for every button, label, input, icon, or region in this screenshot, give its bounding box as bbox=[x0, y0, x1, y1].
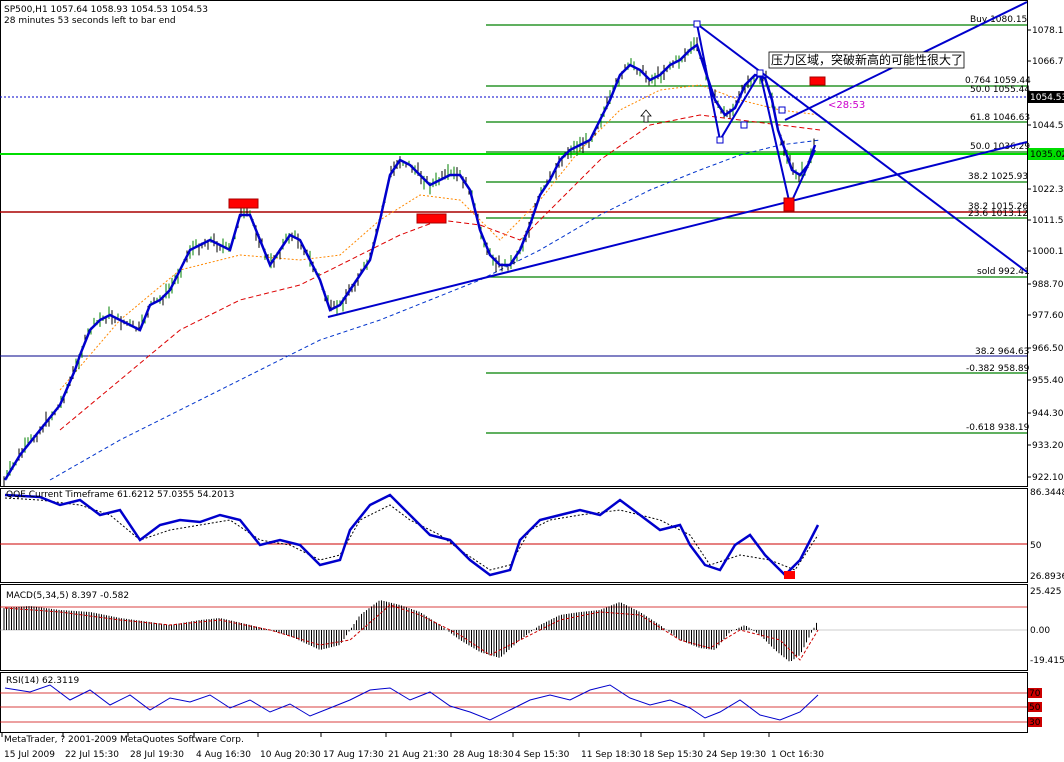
price-tick-label: 1022.30 bbox=[1032, 185, 1064, 195]
price-tick-label: 966.50 bbox=[1032, 344, 1064, 354]
time-tick-label: 4 Sep 15:30 bbox=[515, 750, 570, 760]
macd-scale-top: 25.425 bbox=[1030, 587, 1062, 597]
fib-level-label: 61.8 1046.63 bbox=[970, 113, 1030, 123]
time-tick-label: 10 Aug 20:30 bbox=[260, 750, 321, 760]
time-tick-label: 28 Aug 18:30 bbox=[453, 750, 514, 760]
price-tick-label: 1044.50 bbox=[1032, 121, 1064, 131]
rsi-scale-70: 70 bbox=[1029, 689, 1041, 699]
current-price-tag-text: 1054.53 bbox=[1030, 93, 1064, 103]
time-tick-label: 21 Aug 21:30 bbox=[388, 750, 449, 760]
qqe-scale-top: 86.3448 bbox=[1030, 488, 1064, 498]
price-tick-label: 922.10 bbox=[1032, 473, 1064, 483]
time-tick-label: 28 Jul 19:30 bbox=[130, 750, 184, 760]
time-tick-label: 24 Sep 19:30 bbox=[706, 750, 766, 760]
qqe-scale-bottom: 26.8936 bbox=[1030, 572, 1064, 582]
fib-level-label: 50.0 1055.44 bbox=[970, 85, 1030, 95]
copyright-text: MetaTrader, ? 2001-2009 MetaQuotes Softw… bbox=[4, 735, 244, 745]
trading-chart[interactable]: Buy 1080.150.764 1059.4450.0 1055.4461.8… bbox=[0, 0, 1064, 762]
time-tick-label: 22 Jul 15:30 bbox=[65, 750, 119, 760]
time-tick-label: 17 Aug 17:30 bbox=[323, 750, 384, 760]
countdown-text: 28 minutes 53 seconds left to bar end bbox=[4, 16, 176, 26]
time-tick-label: 1 Oct 16:30 bbox=[771, 750, 824, 760]
fib-level-label: -0.618 938.19 bbox=[966, 423, 1030, 433]
rsi-label: RSI(14) 62.3119 bbox=[6, 676, 79, 686]
price-tick-label: 1000.10 bbox=[1032, 247, 1064, 257]
qqe-scale-mid: 50 bbox=[1030, 541, 1042, 551]
qqe-red-marker bbox=[784, 571, 795, 579]
qqe-label: QQE Current Timeframe 61.6212 57.0355 54… bbox=[6, 490, 234, 500]
green-level-tag-text: 1035.02 bbox=[1030, 150, 1064, 160]
macd-scale-mid: 0.00 bbox=[1030, 626, 1050, 636]
fib-level-label: 38.2 964.63 bbox=[975, 347, 1029, 357]
price-tick-label: 977.60 bbox=[1032, 311, 1064, 321]
symbol-line: SP500,H1 1057.64 1058.93 1054.53 1054.53 bbox=[4, 5, 208, 15]
macd-scale-bottom: -19.415 bbox=[1030, 656, 1064, 666]
price-tick-label: 933.20 bbox=[1032, 441, 1064, 451]
chart-background bbox=[0, 0, 1064, 762]
fib-level-label: 23.6 1013.12 bbox=[968, 209, 1028, 219]
time-tick-label: 18 Sep 15:30 bbox=[643, 750, 703, 760]
time-tick-label: 15 Jul 2009 bbox=[4, 750, 55, 760]
price-tick-label: 1011.50 bbox=[1032, 216, 1064, 226]
price-tick-label: 1066.70 bbox=[1032, 57, 1064, 67]
price-tick-label: 1078.10 bbox=[1032, 26, 1064, 36]
fib-level-label: 38.2 1025.93 bbox=[968, 172, 1028, 182]
bar-timer-tag: <28:53 bbox=[828, 100, 865, 111]
fib-level-label: -0.382 958.89 bbox=[966, 364, 1030, 374]
macd-label: MACD(5,34,5) 8.397 -0.582 bbox=[6, 591, 129, 601]
time-tick-label: 4 Aug 16:30 bbox=[196, 750, 251, 760]
annotation-text: 压力区域，突破新高的可能性很大了 bbox=[771, 52, 963, 67]
rsi-scale-30: 30 bbox=[1029, 718, 1041, 728]
rsi-scale-50: 50 bbox=[1029, 703, 1041, 713]
price-tick-label: 944.30 bbox=[1032, 409, 1064, 419]
price-tick-label: 955.40 bbox=[1032, 376, 1064, 386]
time-tick-label: 11 Sep 18:30 bbox=[581, 750, 641, 760]
price-tick-label: 988.70 bbox=[1032, 280, 1064, 290]
